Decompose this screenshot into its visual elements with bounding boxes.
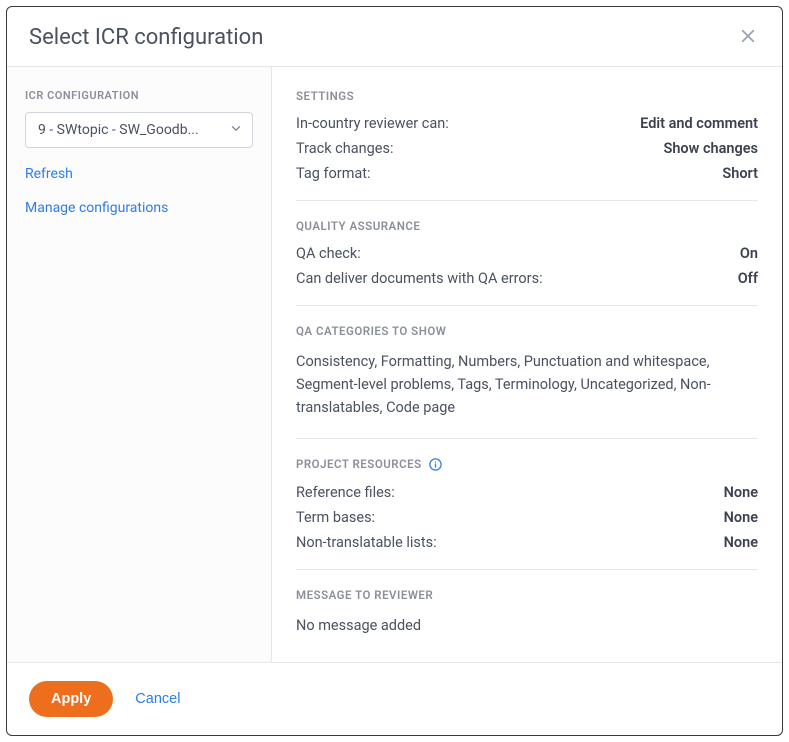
settings-row-tag: Tag format: Short — [296, 165, 758, 182]
message-title: MESSAGE TO REVIEWER — [296, 588, 758, 602]
row-label: Reference files: — [296, 484, 395, 501]
row-value: None — [724, 534, 758, 551]
row-label: QA check: — [296, 245, 361, 262]
configuration-select[interactable]: 9 - SWtopic - SW_Goodb... — [25, 112, 253, 148]
sidebar-label: ICR CONFIGURATION — [25, 89, 253, 102]
row-value: None — [724, 484, 758, 501]
dialog-body: ICR CONFIGURATION 9 - SWtopic - SW_Goodb… — [7, 67, 782, 662]
row-label: Can deliver documents with QA errors: — [296, 270, 543, 287]
dialog-footer: Apply Cancel — [7, 662, 782, 735]
configuration-select-value: 9 - SWtopic - SW_Goodb... — [25, 112, 253, 148]
resources-row-tb: Term bases: None — [296, 509, 758, 526]
resources-row-ref: Reference files: None — [296, 484, 758, 501]
qa-section: QUALITY ASSURANCE QA check: On Can deliv… — [296, 219, 758, 306]
resources-title: PROJECT RESOURCES — [296, 457, 758, 472]
qa-title: QUALITY ASSURANCE — [296, 219, 758, 233]
close-icon — [739, 27, 757, 49]
info-icon[interactable] — [428, 457, 443, 472]
row-value: Show changes — [663, 140, 758, 157]
row-value: None — [724, 509, 758, 526]
row-label: Tag format: — [296, 165, 371, 182]
row-value: Short — [722, 165, 758, 182]
resources-section: PROJECT RESOURCES Reference files: None … — [296, 457, 758, 570]
settings-section: SETTINGS In-country reviewer can: Edit a… — [296, 89, 758, 201]
dialog-title: Select ICR configuration — [29, 25, 263, 50]
close-button[interactable] — [736, 26, 760, 50]
refresh-link[interactable]: Refresh — [25, 166, 253, 182]
settings-row-reviewer: In-country reviewer can: Edit and commen… — [296, 115, 758, 132]
row-value: Off — [738, 270, 758, 287]
row-value: Edit and comment — [640, 115, 758, 132]
settings-row-track: Track changes: Show changes — [296, 140, 758, 157]
cancel-button[interactable]: Cancel — [135, 691, 180, 707]
qa-categories-section: QA CATEGORIES TO SHOW Consistency, Forma… — [296, 324, 758, 439]
manage-configurations-link[interactable]: Manage configurations — [25, 200, 253, 216]
settings-title: SETTINGS — [296, 89, 758, 103]
message-section: MESSAGE TO REVIEWER No message added — [296, 588, 758, 655]
row-value: On — [740, 245, 758, 262]
resources-row-nt: Non-translatable lists: None — [296, 534, 758, 551]
row-label: Term bases: — [296, 509, 375, 526]
dialog: Select ICR configuration ICR CONFIGURATI… — [6, 6, 783, 736]
dialog-header: Select ICR configuration — [7, 7, 782, 67]
sidebar: ICR CONFIGURATION 9 - SWtopic - SW_Goodb… — [7, 67, 272, 662]
message-body: No message added — [296, 614, 758, 637]
row-label: Non-translatable lists: — [296, 534, 437, 551]
resources-title-text: PROJECT RESOURCES — [296, 457, 422, 471]
qa-row-deliver: Can deliver documents with QA errors: Of… — [296, 270, 758, 287]
qa-row-check: QA check: On — [296, 245, 758, 262]
content-scroll[interactable]: SETTINGS In-country reviewer can: Edit a… — [272, 67, 782, 662]
row-label: In-country reviewer can: — [296, 115, 449, 132]
qa-categories-body: Consistency, Formatting, Numbers, Punctu… — [296, 350, 758, 420]
row-label: Track changes: — [296, 140, 393, 157]
apply-button[interactable]: Apply — [29, 681, 113, 717]
qa-categories-title: QA CATEGORIES TO SHOW — [296, 324, 758, 338]
